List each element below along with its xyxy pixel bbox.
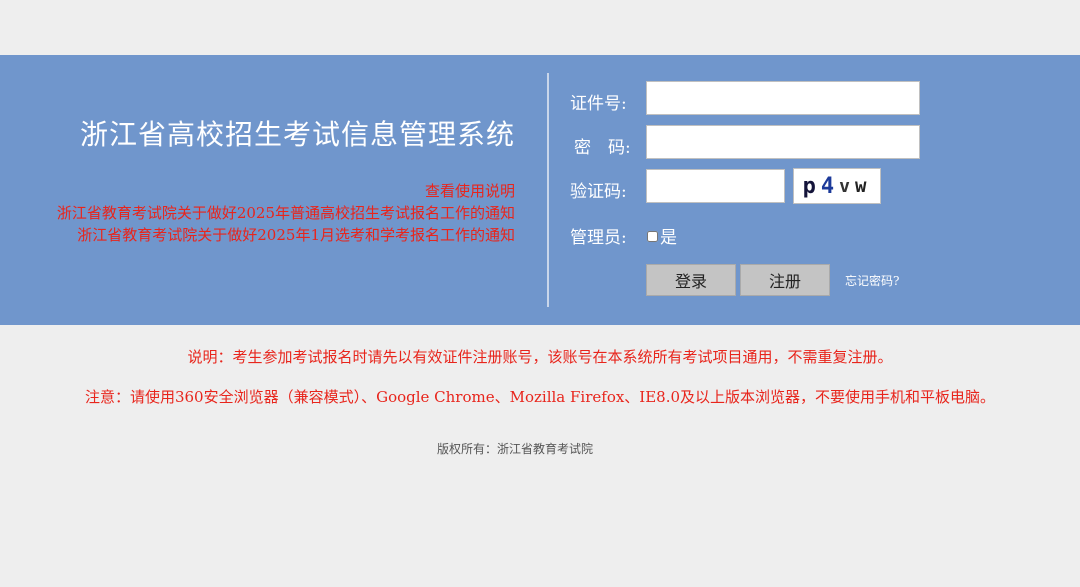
site-title: 浙江省高校招生考试信息管理系统 [79, 118, 515, 151]
browser-note: 注意：请使用360安全浏览器（兼容模式）、Google Chrome、Mozil… [84, 388, 996, 406]
admin-option-label: 是 [660, 228, 677, 248]
password-input[interactable] [646, 125, 920, 159]
copyright-text: 版权所有：浙江省教育考试院 [436, 442, 593, 456]
notice-link-2025-jan-exam[interactable]: 浙江省教育考试院关于做好2025年1月选考和学考报名工作的通知 [57, 224, 515, 246]
captcha-label: 验证码: [570, 182, 627, 202]
admin-checkbox[interactable] [647, 231, 658, 242]
usage-guide-link[interactable]: 查看使用说明 [57, 180, 515, 202]
login-button[interactable]: 登录 [646, 264, 736, 296]
vertical-divider [547, 73, 549, 307]
password-label: 密 码: [574, 138, 631, 158]
id-number-label: 证件号: [570, 94, 627, 114]
notice-link-2025-gaokao[interactable]: 浙江省教育考试院关于做好2025年普通高校招生考试报名工作的通知 [57, 202, 515, 224]
registration-note: 说明：考生参加考试报名时请先以有效证件注册账号，该账号在本系统所有考试项目通用，… [187, 348, 893, 366]
register-button[interactable]: 注册 [740, 264, 830, 296]
id-number-input[interactable] [646, 81, 920, 115]
captcha-image[interactable]: p 4 v w [793, 168, 881, 204]
captcha-char: w [854, 175, 872, 197]
captcha-input[interactable] [646, 169, 785, 203]
captcha-char: 4 [820, 173, 840, 199]
forgot-password-link[interactable]: 忘记密码? [845, 272, 899, 289]
notice-links: 查看使用说明 浙江省教育考试院关于做好2025年普通高校招生考试报名工作的通知 … [57, 180, 515, 246]
captcha-char: p [802, 173, 821, 199]
admin-label: 管理员: [570, 228, 627, 248]
captcha-char: v [839, 175, 855, 197]
